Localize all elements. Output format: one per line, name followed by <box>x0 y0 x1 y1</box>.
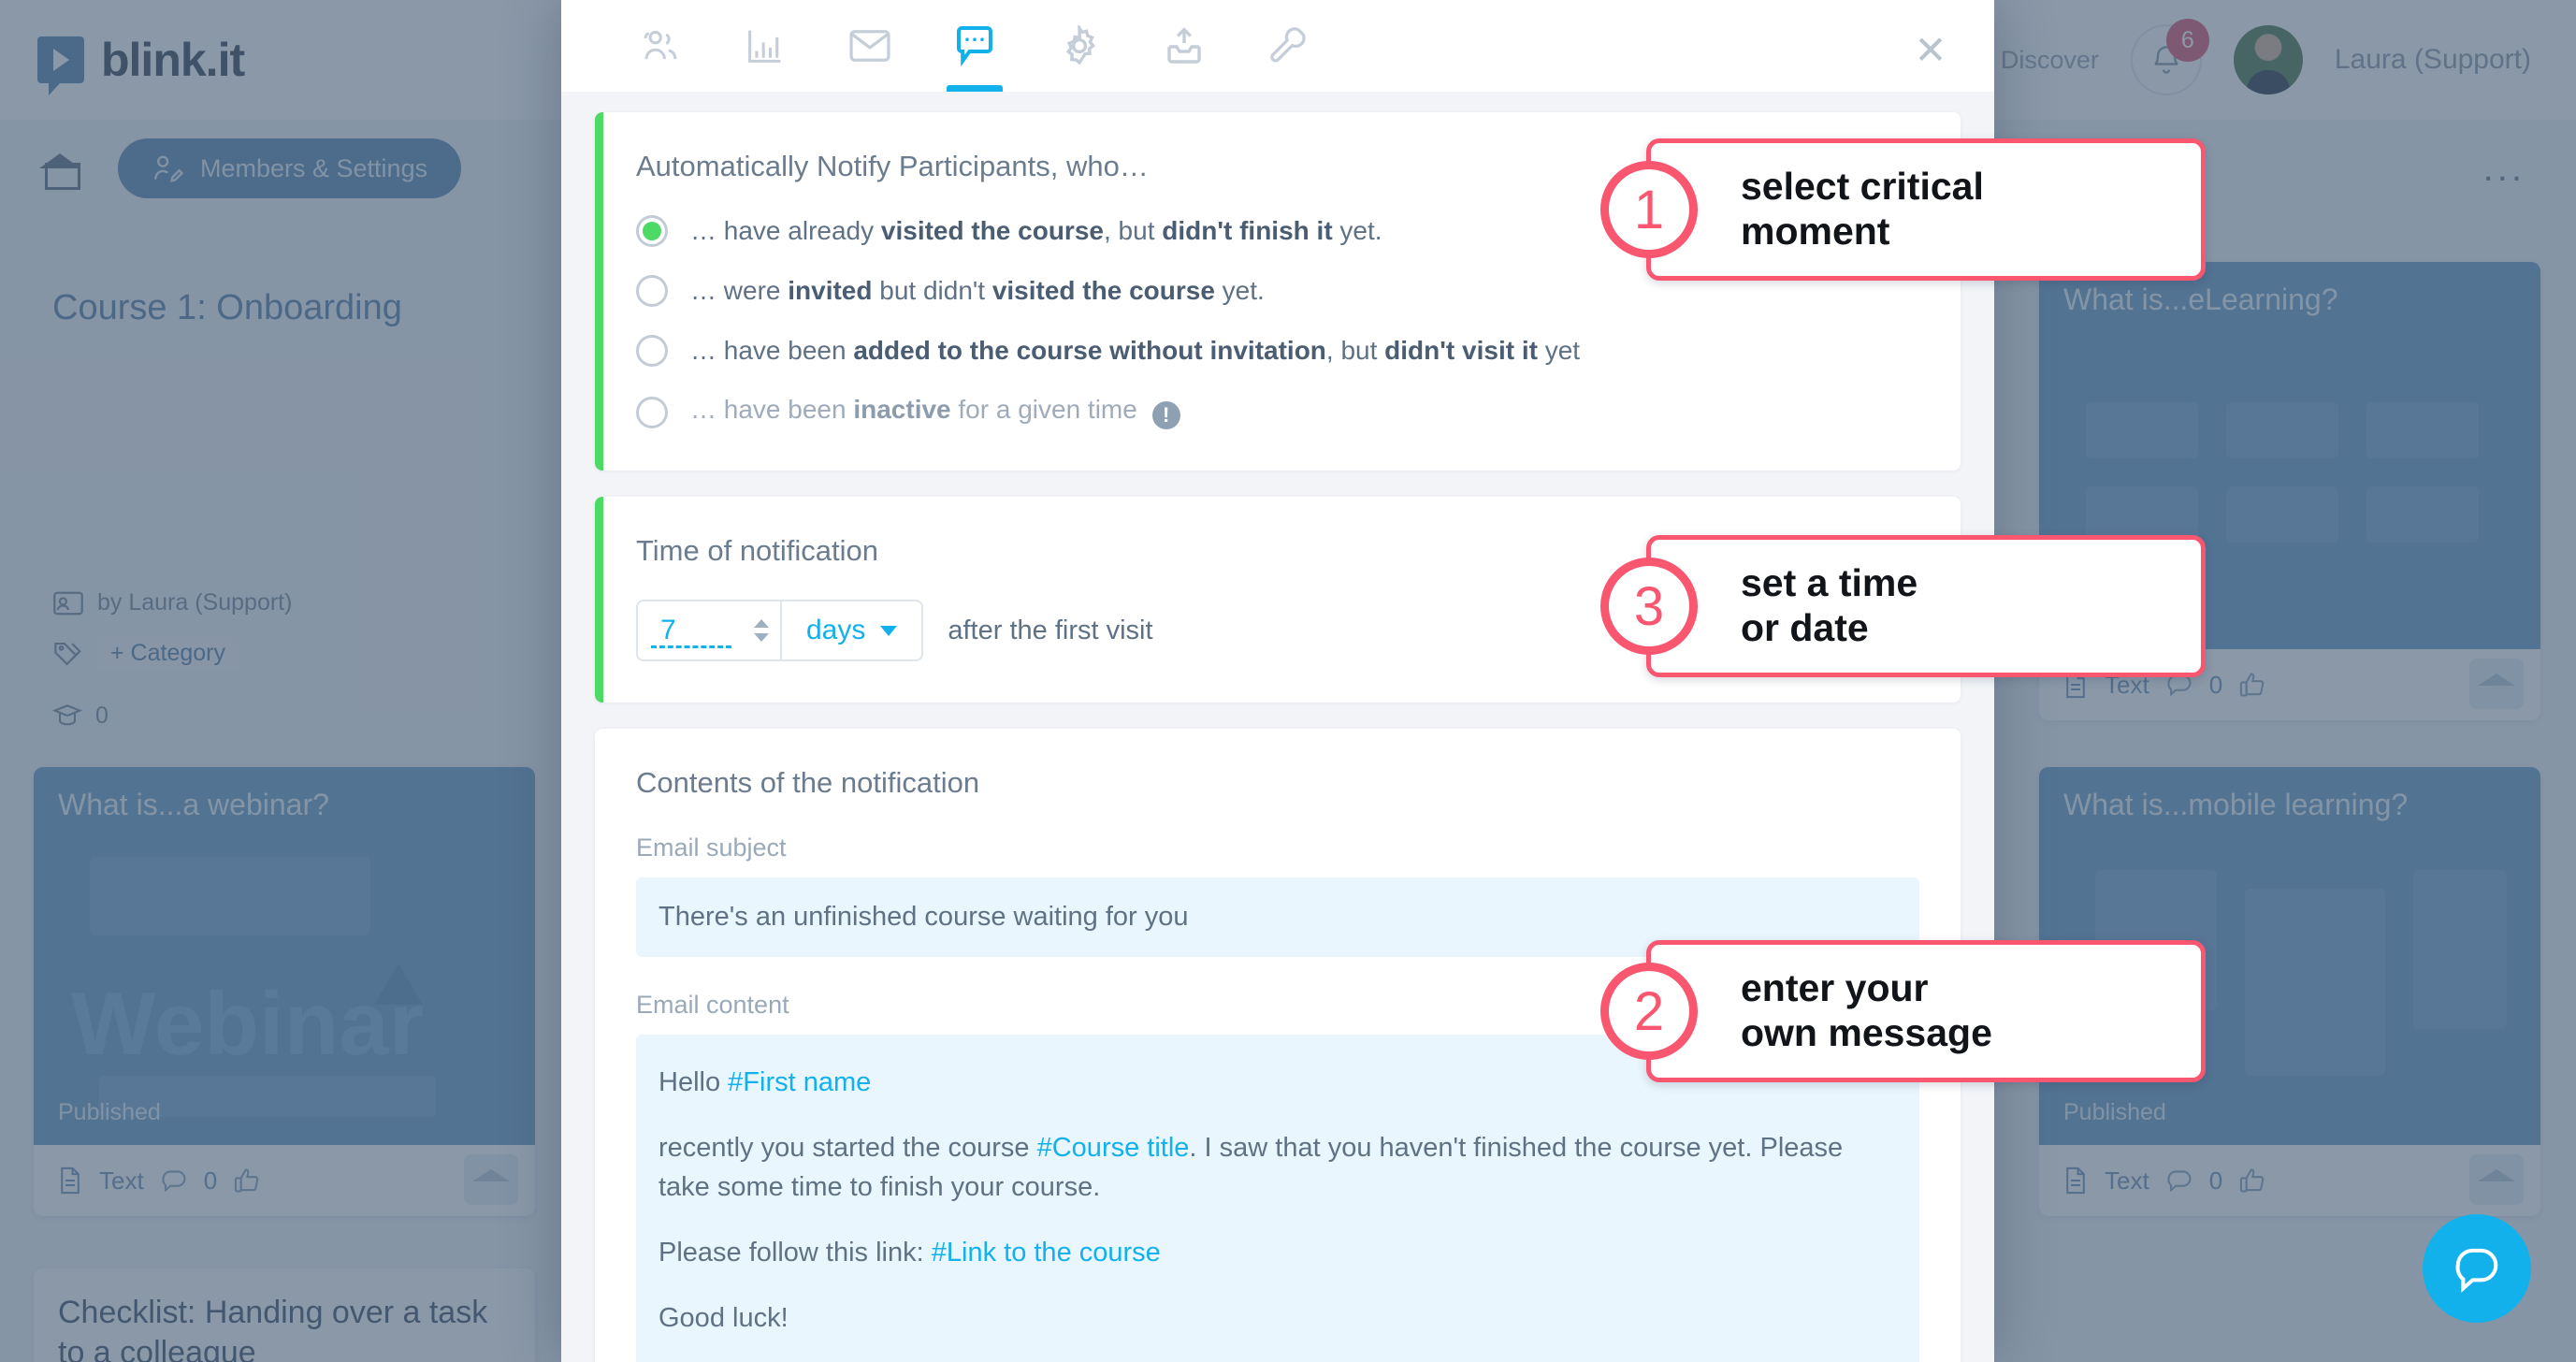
callout-1: 1 select critical moment <box>1600 138 2206 281</box>
time-amount-stepper[interactable]: 7 days <box>636 600 924 661</box>
info-icon[interactable]: ! <box>1151 401 1180 429</box>
people-group-icon <box>644 30 677 60</box>
time-unit-value: days <box>806 615 866 645</box>
help-chat-button[interactable] <box>2423 1214 2531 1323</box>
tab-notifications[interactable] <box>922 0 1027 92</box>
merge-token: #Course title <box>1036 1133 1190 1164</box>
radio-label: … have already visited the course, but d… <box>690 216 1382 245</box>
tab-statistics[interactable] <box>713 0 818 92</box>
envelope-icon <box>849 30 890 62</box>
time-amount-input[interactable]: 7 <box>638 601 748 659</box>
radio-button[interactable] <box>636 335 668 367</box>
input-underline <box>651 645 731 648</box>
radio-button[interactable] <box>636 275 668 307</box>
merge-token: #Link to the course <box>931 1238 1161 1268</box>
callout-text: select critical moment <box>1741 165 1984 253</box>
callout-3: 3 set a time or date <box>1600 535 2206 677</box>
chevron-up-icon[interactable] <box>754 619 769 628</box>
tab-settings[interactable] <box>1027 0 1132 92</box>
tab-email[interactable] <box>818 0 922 92</box>
callout-number: 2 <box>1600 963 1698 1060</box>
email-subject-label: Email subject <box>636 833 787 862</box>
chat-bubble-icon <box>2455 1248 2498 1293</box>
chevron-down-icon[interactable] <box>754 633 769 642</box>
stepper-arrows[interactable] <box>748 601 782 659</box>
radio-label: … were invited but didn't visited the co… <box>690 276 1265 305</box>
content-paragraph: Please follow this link: #Link to the co… <box>658 1238 1161 1268</box>
callout-number: 3 <box>1600 558 1698 655</box>
radio-label: … have been inactive for a given time ! <box>690 395 1180 429</box>
radio-button[interactable] <box>636 396 668 428</box>
tab-tools[interactable] <box>1237 0 1341 92</box>
wrench-icon <box>1270 27 1306 63</box>
time-unit-select[interactable]: days <box>782 601 921 659</box>
chevron-down-icon <box>880 625 898 636</box>
callout-number: 1 <box>1600 161 1698 258</box>
radio-option-added-without-invitation[interactable]: … have been added to the course without … <box>636 335 1919 367</box>
content-paragraph: Good luck! <box>658 1303 789 1334</box>
radio-option-inactive-given-time[interactable]: … have been inactive for a given time ! <box>636 395 1919 429</box>
content-paragraph: recently you started the course #Course … <box>658 1133 1844 1203</box>
email-content-editor[interactable]: Hello #First name recently you started t… <box>636 1035 1919 1362</box>
speech-bubble-icon <box>957 26 992 66</box>
time-suffix-label: after the first visit <box>948 615 1153 645</box>
tab-participants[interactable] <box>608 0 713 92</box>
radio-button[interactable] <box>636 215 668 247</box>
contents-panel-title: Contents of the notification <box>636 766 980 799</box>
bar-chart-icon <box>748 30 781 63</box>
callout-text: set a time or date <box>1741 561 1918 649</box>
time-amount-value: 7 <box>660 615 676 645</box>
gear-icon <box>1065 25 1095 65</box>
close-icon[interactable]: ✕ <box>1908 28 1953 73</box>
upload-inbox-icon <box>1167 27 1201 64</box>
radio-label: … have been added to the course without … <box>690 336 1581 365</box>
modal-tab-bar: ✕ <box>561 0 1994 92</box>
tab-import-export[interactable] <box>1132 0 1237 92</box>
merge-token: #First name <box>728 1067 872 1097</box>
callout-2: 2 enter your own message <box>1600 940 2206 1082</box>
callout-text: enter your own message <box>1741 966 1992 1054</box>
